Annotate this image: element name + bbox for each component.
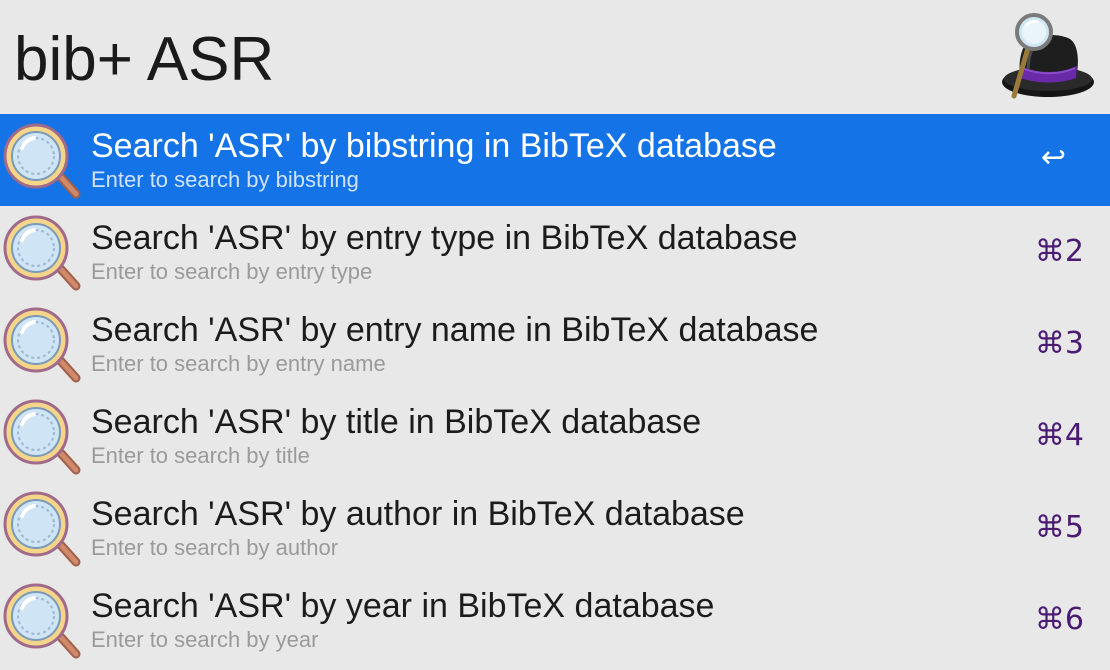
return-key-icon: ↩ (1040, 140, 1066, 175)
shortcut-label: ⌘4 (1034, 418, 1084, 453)
magnifier-icon (0, 582, 84, 662)
results-list: Search 'ASR' by bibstring in BibTeX data… (0, 114, 1110, 666)
shortcut-label: ⌘2 (1034, 234, 1084, 269)
magnifier-icon (0, 398, 84, 478)
magnifier-icon (0, 490, 84, 570)
magnifier-icon (0, 122, 84, 202)
shortcut-label: ⌘5 (1034, 510, 1084, 545)
query-bar (0, 0, 1110, 114)
result-title: Search 'ASR' by author in BibTeX databas… (91, 495, 745, 533)
result-item-4[interactable]: Search 'ASR' by title in BibTeX database… (0, 390, 1110, 482)
shortcut-label: ⌘6 (1034, 602, 1084, 637)
result-item-2[interactable]: Search 'ASR' by entry type in BibTeX dat… (0, 206, 1110, 298)
result-subtitle: Enter to search by entry type (91, 259, 373, 284)
magnifier-icon (0, 306, 84, 386)
result-title: Search 'ASR' by bibstring in BibTeX data… (91, 127, 777, 165)
result-item-1[interactable]: Search 'ASR' by bibstring in BibTeX data… (0, 114, 1110, 206)
result-title: Search 'ASR' by year in BibTeX database (91, 587, 715, 625)
result-subtitle: Enter to search by author (91, 535, 339, 560)
result-subtitle: Enter to search by year (91, 627, 319, 652)
launcher-window: Search 'ASR' by bibstring in BibTeX data… (0, 0, 1110, 670)
magnifier-icon (0, 214, 84, 294)
query-input[interactable] (14, 20, 954, 100)
result-title: Search 'ASR' by title in BibTeX database (91, 403, 702, 441)
result-item-5[interactable]: Search 'ASR' by author in BibTeX databas… (0, 482, 1110, 574)
result-item-6[interactable]: Search 'ASR' by year in BibTeX database … (0, 574, 1110, 666)
alfred-hat-logo (998, 8, 1098, 104)
result-item-3[interactable]: Search 'ASR' by entry name in BibTeX dat… (0, 298, 1110, 390)
result-subtitle: Enter to search by entry name (91, 351, 386, 376)
result-title: Search 'ASR' by entry name in BibTeX dat… (91, 311, 819, 349)
result-subtitle: Enter to search by title (91, 443, 310, 468)
result-title: Search 'ASR' by entry type in BibTeX dat… (91, 219, 798, 257)
result-subtitle: Enter to search by bibstring (91, 167, 359, 192)
shortcut-label: ⌘3 (1034, 326, 1084, 361)
